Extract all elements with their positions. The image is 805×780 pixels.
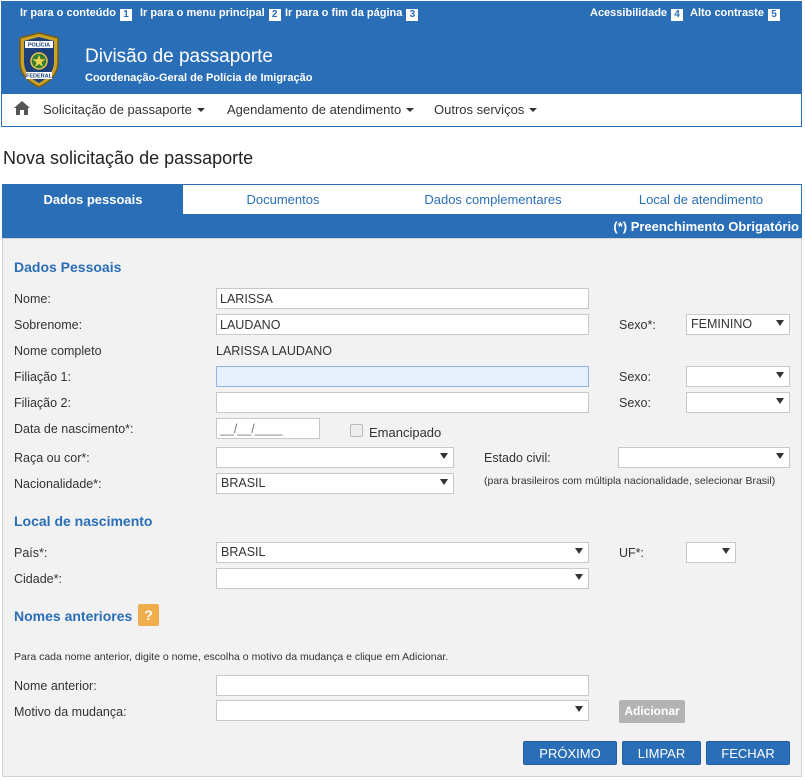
nome-completo-label: Nome completo — [14, 344, 102, 358]
skip-to-content-link[interactable]: Ir para o conteúdo 1 — [20, 7, 132, 21]
filiacao1-label: Filiação 1: — [14, 370, 71, 384]
dropdown-arrow-icon — [575, 548, 583, 554]
shortcut-key-badge: 2 — [268, 9, 281, 21]
nacionalidade-label: Nacionalidade*: — [14, 477, 102, 491]
cidade-select[interactable] — [216, 568, 589, 589]
nomes-anteriores-instructions: Para cada nome anterior, digite o nome, … — [14, 651, 449, 663]
uf-select[interactable] — [686, 542, 736, 563]
badge-bottom-text: FEDERAL — [26, 74, 53, 80]
sobrenome-label: Sobrenome: — [14, 318, 83, 332]
limpar-button[interactable]: LIMPAR — [622, 741, 701, 765]
section-title-local-nascimento: Local de nascimento — [14, 513, 153, 529]
skip-to-menu-link[interactable]: Ir para o menu principal 2 — [140, 7, 281, 21]
sexo-label: Sexo*: — [619, 318, 656, 332]
nav-solicitacao-passaporte[interactable]: Solicitação de passaporte — [43, 102, 205, 117]
raca-cor-label: Raça ou cor*: — [14, 451, 90, 465]
policia-federal-badge-icon: POLÍCIA FEDERAL — [19, 32, 59, 88]
site-header: Ir para o conteúdo 1 Ir para o menu princ… — [1, 1, 802, 94]
chevron-down-icon — [529, 108, 538, 112]
shortcut-key-badge: 5 — [767, 9, 780, 21]
dropdown-arrow-icon — [722, 548, 730, 554]
sobrenome-input[interactable] — [216, 314, 589, 335]
nome-anterior-label: Nome anterior: — [14, 679, 97, 693]
fechar-button[interactable]: FECHAR — [706, 741, 790, 765]
estado-civil-select[interactable] — [618, 447, 790, 468]
emancipado-label: Emancipado — [369, 425, 442, 440]
filiacao2-label: Filiação 2: — [14, 396, 71, 410]
page-title: Nova solicitação de passaporte — [3, 148, 254, 168]
nome-input[interactable] — [216, 288, 589, 309]
chevron-down-icon — [406, 108, 415, 112]
sexo-filiacao2-select[interactable] — [686, 392, 790, 413]
data-nascimento-label: Data de nascimento*: — [14, 422, 134, 436]
pais-select[interactable]: BRASIL — [216, 542, 589, 563]
help-question-icon[interactable]: ? — [138, 604, 159, 626]
dropdown-arrow-icon — [575, 574, 583, 580]
dropdown-arrow-icon — [776, 320, 784, 326]
badge-top-text: POLÍCIA — [28, 41, 50, 49]
nome-anterior-input[interactable] — [216, 675, 589, 696]
sexo-filiacao2-label: Sexo: — [619, 396, 651, 410]
data-nascimento-input[interactable] — [216, 418, 320, 439]
adicionar-button[interactable]: Adicionar — [619, 700, 685, 723]
dropdown-arrow-icon — [776, 453, 784, 459]
high-contrast-link[interactable]: Alto contraste 5 — [690, 7, 780, 21]
proximo-button[interactable]: PRÓXIMO — [523, 741, 617, 765]
sexo-filiacao1-label: Sexo: — [619, 370, 651, 384]
motivo-mudanca-label: Motivo da mudança: — [14, 705, 127, 719]
accessibility-link[interactable]: Acessibilidade 4 — [590, 7, 684, 21]
filiacao2-input[interactable] — [216, 392, 589, 413]
tab-dados-pessoais[interactable]: Dados pessoais — [3, 185, 183, 214]
section-title-dados-pessoais: Dados Pessoais — [14, 259, 122, 275]
nome-completo-value: LARISSA LAUDANO — [216, 344, 333, 358]
nav-agendamento-atendimento[interactable]: Agendamento de atendimento — [227, 102, 415, 117]
emancipado-checkbox[interactable] — [350, 424, 363, 437]
dropdown-arrow-icon — [440, 453, 448, 459]
site-subtitle: Coordenação-Geral de Polícia de Imigraçã… — [85, 72, 313, 84]
nome-label: Nome: — [14, 292, 51, 306]
tab-documentos[interactable]: Documentos — [185, 185, 381, 214]
nacionalidade-select[interactable]: BRASIL — [216, 473, 454, 494]
cidade-label: Cidade*: — [14, 572, 62, 586]
dropdown-arrow-icon — [440, 479, 448, 485]
required-fields-note: (*) Preenchimento Obrigatório — [2, 215, 802, 238]
filiacao1-input[interactable] — [216, 366, 589, 387]
section-title-nomes-anteriores: Nomes anteriores — [14, 608, 133, 624]
dropdown-arrow-icon — [776, 372, 784, 378]
nacionalidade-note: (para brasileiros com múltipla nacionali… — [484, 475, 776, 487]
chevron-down-icon — [196, 108, 205, 112]
dropdown-arrow-icon — [575, 706, 583, 712]
estado-civil-label: Estado civil: — [484, 451, 551, 465]
shortcut-key-badge: 1 — [119, 9, 132, 21]
home-icon[interactable] — [13, 100, 31, 116]
tab-dados-complementares[interactable]: Dados complementares — [393, 185, 593, 214]
motivo-mudanca-select[interactable] — [216, 700, 589, 721]
skip-to-footer-link[interactable]: Ir para o fim da página 3 — [285, 7, 419, 21]
site-title: Divisão de passaporte — [85, 46, 273, 67]
tab-bar: Dados pessoais Documentos Dados compleme… — [2, 184, 802, 215]
main-nav: Solicitação de passaporte Agendamento de… — [1, 94, 802, 127]
raca-cor-select[interactable] — [216, 447, 454, 468]
uf-label: UF*: — [619, 546, 644, 560]
sexo-select[interactable]: FEMININO — [686, 314, 790, 335]
nav-outros-servicos[interactable]: Outros serviços — [434, 102, 538, 117]
tab-local-atendimento[interactable]: Local de atendimento — [601, 185, 801, 214]
shortcut-key-badge: 3 — [406, 9, 419, 21]
sexo-filiacao1-select[interactable] — [686, 366, 790, 387]
dropdown-arrow-icon — [776, 398, 784, 404]
pais-label: País*: — [14, 546, 48, 560]
shortcut-key-badge: 4 — [671, 9, 684, 21]
